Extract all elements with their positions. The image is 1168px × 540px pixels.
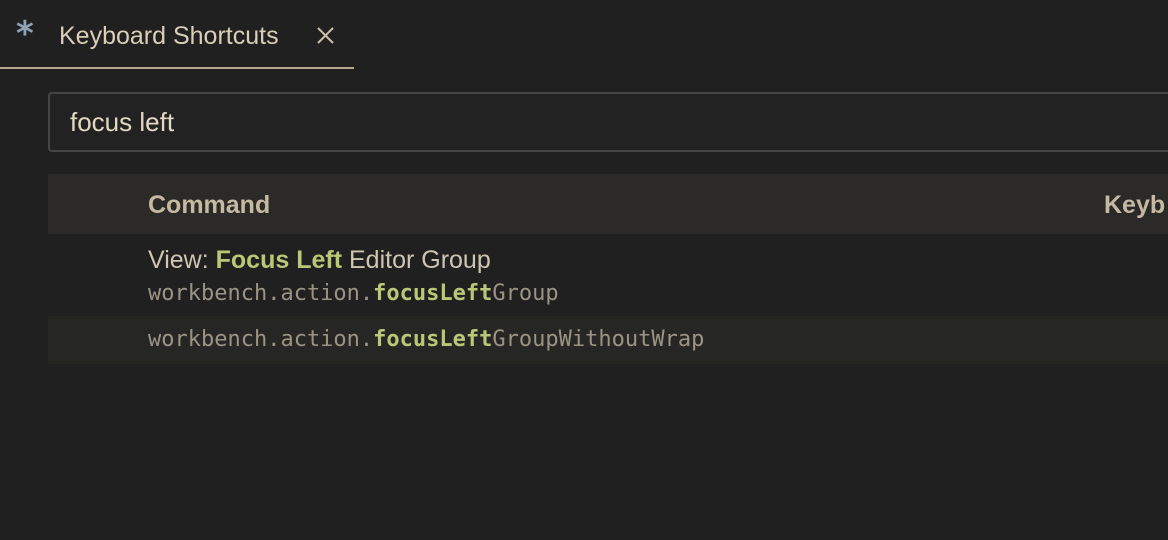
- search-box: [48, 92, 1168, 152]
- column-header-keybinding[interactable]: Keyb: [1104, 188, 1165, 222]
- close-icon[interactable]: [310, 20, 340, 50]
- asterisk-icon: *: [16, 14, 34, 54]
- command-id-match: focusLeft: [373, 327, 493, 352]
- command-id-match: focusLeft: [373, 281, 493, 306]
- command-id-suffix: Group: [492, 281, 559, 306]
- tab-keyboard-shortcuts[interactable]: * Keyboard Shortcuts: [0, 0, 354, 69]
- command-id-prefix: workbench.action.: [148, 281, 374, 306]
- table-row[interactable]: workbench.action.focusLeftGroupWithoutWr…: [48, 316, 1168, 364]
- command-title-suffix: Editor Group: [342, 246, 491, 274]
- command-title-prefix: View:: [148, 246, 216, 274]
- command-id-suffix: GroupWithoutWrap: [492, 327, 705, 352]
- table-header: Command Keyb: [48, 174, 1168, 234]
- command-id-prefix: workbench.action.: [148, 327, 374, 352]
- table-row[interactable]: View: Focus Left Editor Group workbench.…: [48, 234, 1168, 316]
- command-title: View: Focus Left Editor Group: [148, 244, 491, 276]
- tab-title: Keyboard Shortcuts: [59, 22, 279, 50]
- command-title-match: Focus Left: [215, 246, 343, 274]
- search-input[interactable]: [70, 94, 1168, 150]
- editor-tab-bar: * Keyboard Shortcuts: [0, 0, 1168, 70]
- command-id: workbench.action.focusLeftGroupWithoutWr…: [148, 326, 704, 354]
- command-id: workbench.action.focusLeftGroup: [148, 280, 559, 308]
- column-header-command[interactable]: Command: [148, 188, 270, 222]
